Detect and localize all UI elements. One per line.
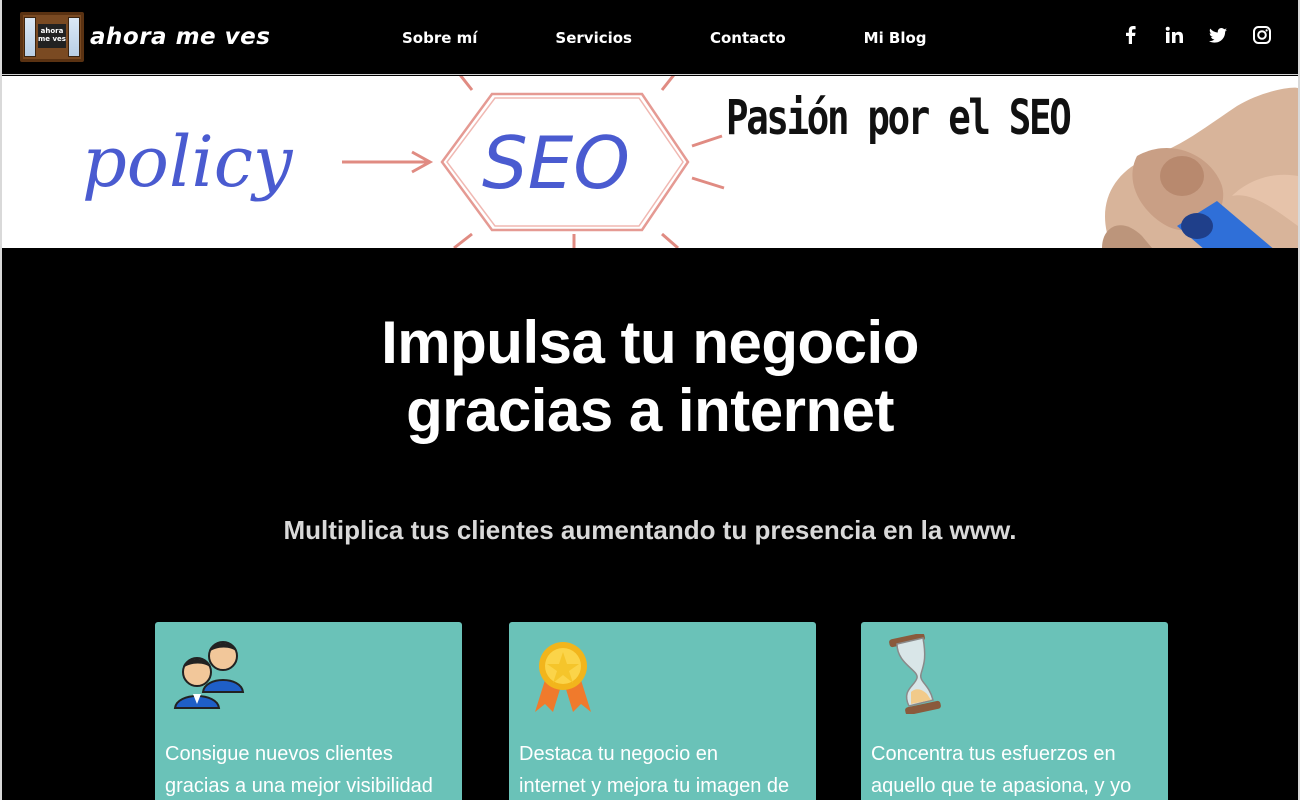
site-logo[interactable]: ahora me ves ahora me ves (20, 12, 270, 62)
nav-sobre-mi[interactable]: Sobre mí (402, 29, 477, 47)
headline-line-1: Impulsa tu negocio (381, 309, 919, 376)
logo-board-text: ahora me ves (38, 24, 66, 48)
medal-icon (535, 642, 591, 712)
nav-servicios[interactable]: Servicios (555, 29, 632, 47)
hero-subheading: Multiplica tus clientes aumentando tu pr… (283, 515, 1017, 545)
nav-mi-blog[interactable]: Mi Blog (864, 29, 927, 47)
hand-marker-image (1102, 87, 1298, 248)
feature-card[interactable]: Concentra tus esfuerzos en aquello que t… (861, 622, 1168, 800)
card-text-line-2: gracias a una mejor visibilidad (165, 775, 433, 797)
main-section: Impulsa tu negocio gracias a internet Mu… (2, 249, 1298, 800)
banner-title: Pasión por el SEO (726, 90, 1072, 146)
card-text: Destaca tu negocio en internet y mejora … (519, 738, 808, 800)
banner-word-seo: SEO (482, 121, 630, 205)
top-navbar: ahora me ves ahora me ves Sobre mí Servi… (2, 0, 1298, 75)
linkedin-icon[interactable] (1164, 25, 1184, 45)
facebook-icon[interactable] (1120, 25, 1140, 45)
logo-text: ahora me ves (90, 24, 271, 50)
social-links (1120, 25, 1272, 45)
hero-headline: Impulsa tu negocio gracias a internet (2, 309, 1298, 445)
card-text-line-1: Concentra tus esfuerzos en (871, 743, 1116, 765)
card-text-line-2: aquello que te apasiona, y yo (871, 775, 1132, 797)
banner-illustration: policy SEO (82, 76, 1298, 248)
card-text: Concentra tus esfuerzos en aquello que t… (871, 738, 1160, 800)
instagram-icon[interactable] (1252, 25, 1272, 45)
banner-word-policy: policy (82, 121, 294, 203)
card-text-line-1: Destaca tu negocio en (519, 743, 719, 765)
card-text-line-2: internet y mejora tu imagen de (519, 775, 790, 797)
card-text: Consigue nuevos clientes gracias a una m… (165, 738, 454, 800)
feature-card[interactable]: Destaca tu negocio en internet y mejora … (509, 622, 816, 800)
twitter-icon[interactable] (1208, 25, 1228, 45)
feature-cards: Consigue nuevos clientes gracias a una m… (155, 622, 1168, 800)
hero-banner: policy SEO Pasión por el SEO (2, 76, 1298, 248)
users-icon (173, 641, 245, 709)
hourglass-icon (889, 634, 941, 714)
page: ahora me ves ahora me ves Sobre mí Servi… (0, 0, 1300, 800)
window-logo-icon: ahora me ves (20, 12, 84, 62)
feature-card[interactable]: Consigue nuevos clientes gracias a una m… (155, 622, 462, 800)
nav-contacto[interactable]: Contacto (710, 29, 786, 47)
headline-line-2: gracias a internet (406, 377, 894, 444)
card-text-line-1: Consigue nuevos clientes (165, 743, 393, 765)
main-nav: Sobre mí Servicios Contacto Mi Blog (402, 0, 1005, 75)
